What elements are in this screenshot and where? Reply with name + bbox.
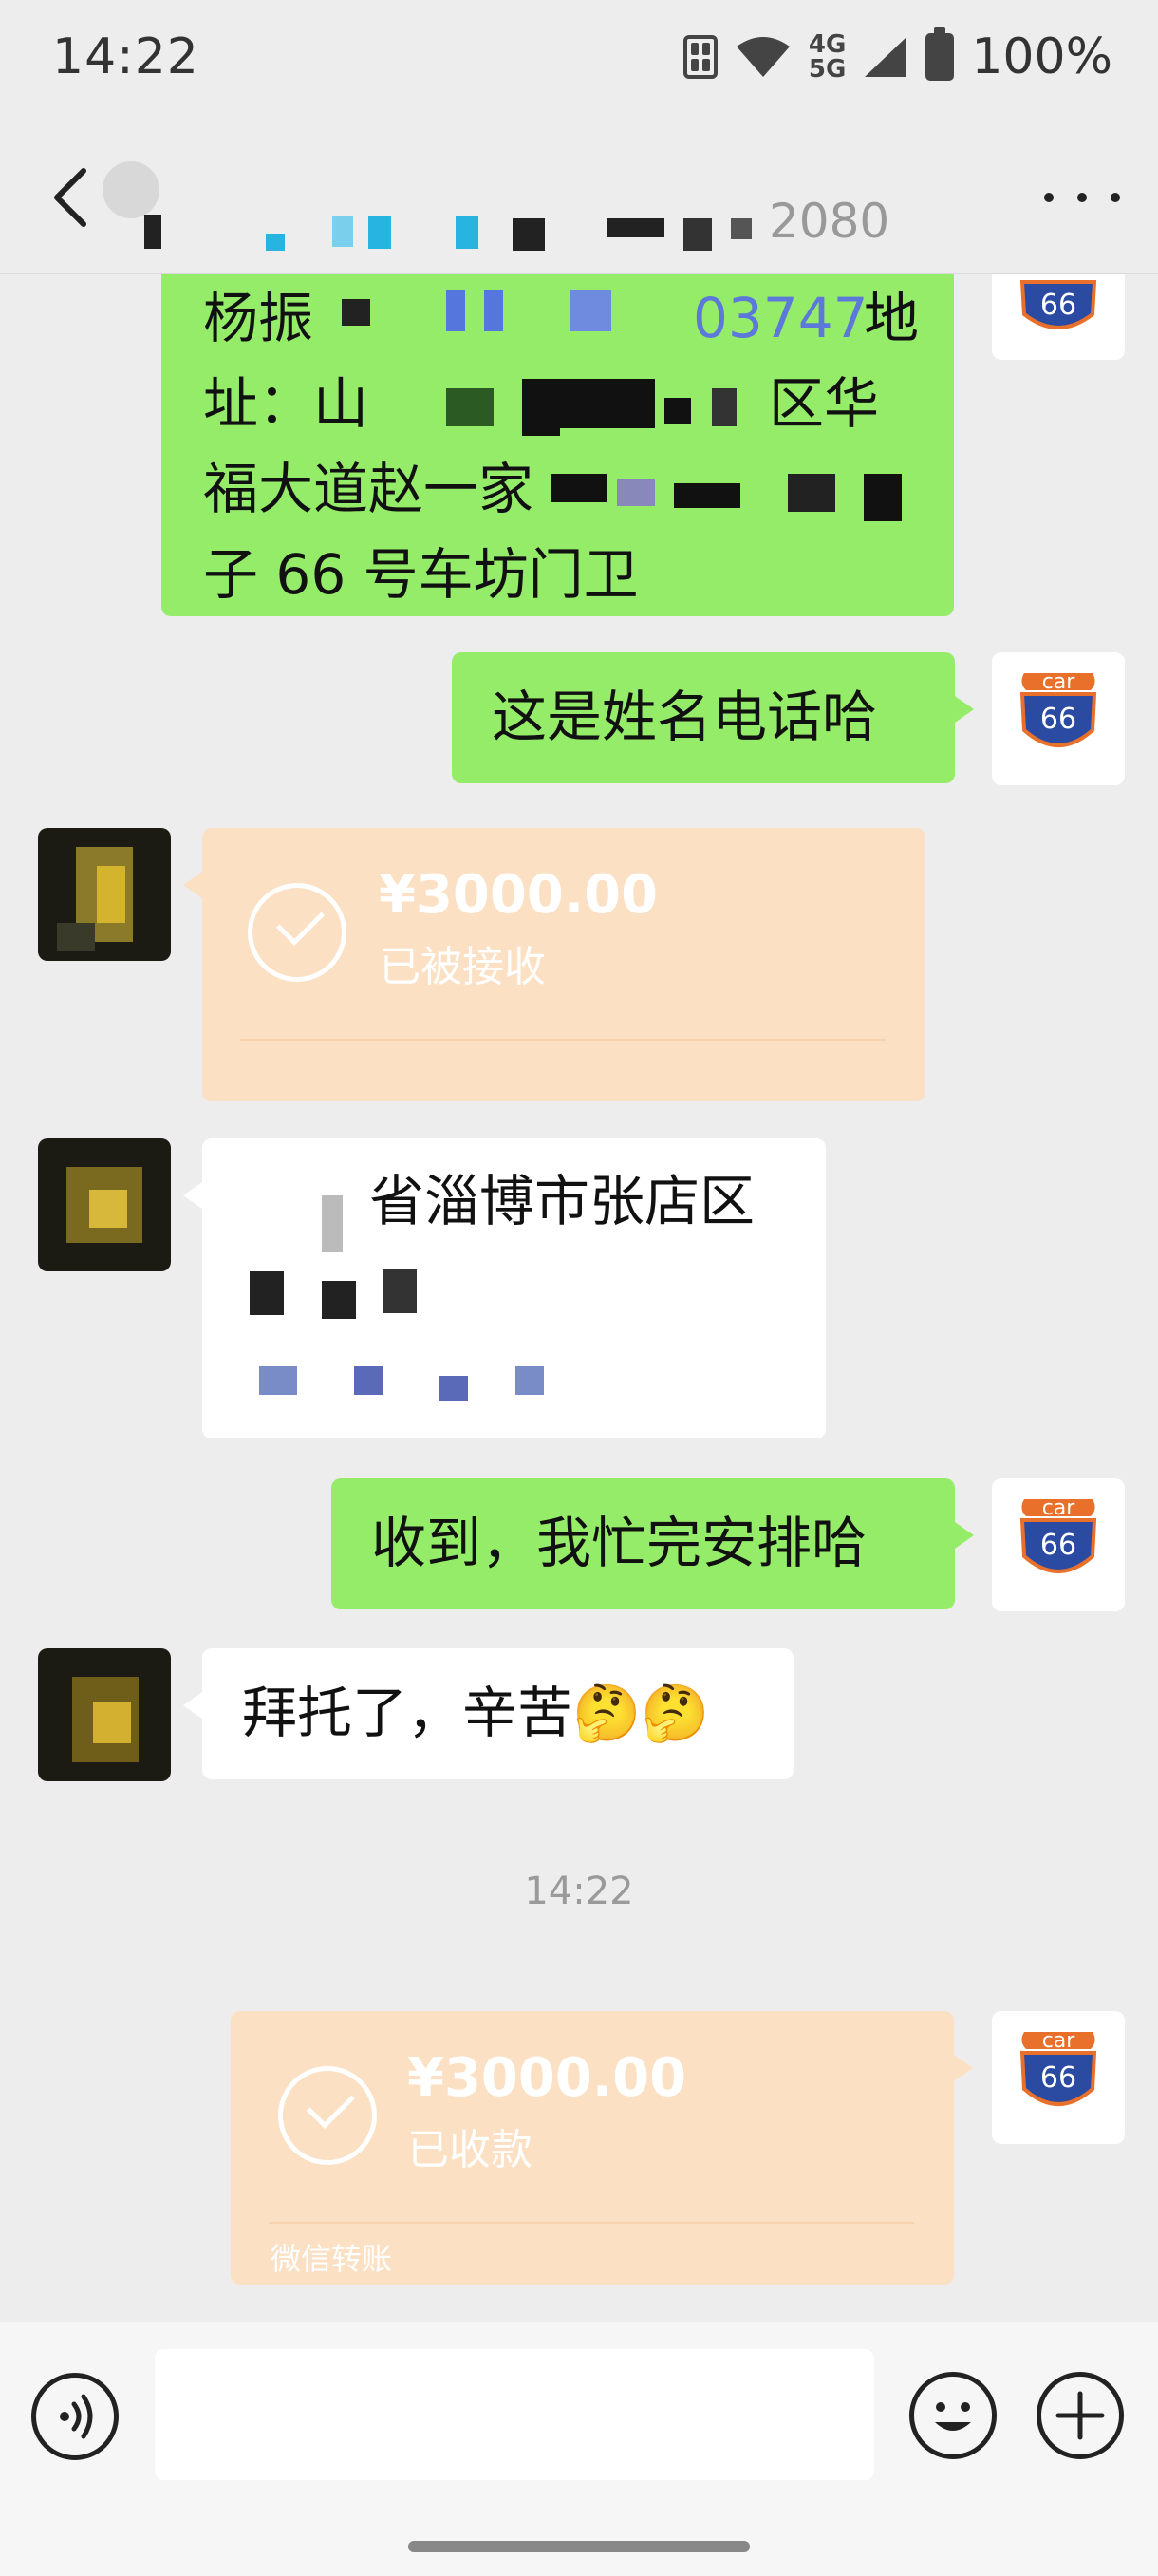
status-icons: 4G 5G 100%: [682, 27, 1112, 85]
message-timestamp: 14:22: [524, 1870, 634, 1913]
chevron-left-icon[interactable]: [42, 160, 108, 235]
thanks-message-bubble[interactable]: 拜托了，辛苦🤔🤔: [183, 1648, 794, 1779]
status-bar: 14:22 4G 5G 100%: [0, 0, 1158, 122]
status-time: 14:22: [52, 28, 199, 85]
chat-message-list[interactable]: 杨振 03747 地 址：山 区华 福大道赵一家 子 66 号车坊门卫 66 这…: [0, 274, 1158, 2321]
transfer-status: 已被接收: [379, 943, 546, 991]
address-line-2: 址：山: [203, 371, 369, 436]
svg-text:car: car: [1042, 670, 1076, 694]
chat-header: 2080: [0, 122, 1158, 274]
transfer-divider: [269, 2222, 914, 2224]
svg-text:66: 66: [1040, 703, 1076, 736]
self-avatar[interactable]: car 66: [992, 652, 1125, 785]
input-bar: [0, 2322, 1158, 2576]
route-66-shield-icon: car 66: [1019, 670, 1097, 747]
address-message-bubble[interactable]: 杨振 03747 地 址：山 区华 福大道赵一家 子 66 号车坊门卫: [161, 274, 954, 616]
battery-level: 100%: [971, 28, 1112, 85]
voice-icon[interactable]: [31, 2373, 119, 2460]
address-phone-fragment: 03747: [693, 286, 868, 350]
contact-avatar[interactable]: [38, 828, 171, 961]
reply-message-bubble[interactable]: 收到，我忙完安排哈: [331, 1478, 974, 1609]
svg-text:car: car: [1042, 1496, 1076, 1520]
transfer-amount: ¥3000.00: [407, 2047, 687, 2109]
network-type: 4G 5G: [808, 30, 847, 84]
wifi-icon: [736, 37, 790, 77]
chat-title-fragment: 2080: [769, 194, 890, 249]
transfer-amount: ¥3000.00: [379, 864, 659, 926]
contact-avatar[interactable]: [38, 1648, 171, 1781]
location-line-1: 省淄博市张店区: [369, 1169, 756, 1233]
battery-icon: [925, 27, 955, 81]
check-circle-icon: [248, 883, 346, 982]
transfer-received-card[interactable]: ¥3000.00 已被接收: [183, 828, 925, 1101]
address-line-3: 福大道赵一家: [203, 457, 534, 521]
svg-text:66: 66: [1040, 289, 1076, 322]
plus-icon[interactable]: [1037, 2372, 1124, 2459]
svg-text:car: car: [1042, 2029, 1076, 2053]
self-avatar[interactable]: car 66: [992, 1478, 1125, 1611]
route-66-shield-icon: car 66: [1019, 1496, 1097, 1573]
address-line-4: 子 66 号车坊门卫: [203, 542, 639, 607]
name-phone-message-bubble[interactable]: 这是姓名电话哈: [452, 652, 974, 783]
more-dots-icon[interactable]: [1044, 179, 1120, 216]
check-circle-icon: [278, 2066, 377, 2165]
home-indicator[interactable]: [408, 2541, 750, 2552]
transfer-sent-card[interactable]: ¥3000.00 已收款 微信转账: [231, 2011, 973, 2285]
contact-avatar[interactable]: [38, 1138, 171, 1271]
address-line-1: 杨振: [203, 286, 314, 350]
sim-icon: [682, 35, 718, 79]
location-message-bubble[interactable]: 省淄博市张店区: [183, 1138, 826, 1438]
signal-icon: [865, 37, 907, 77]
route-66-shield-icon: 66: [1019, 280, 1097, 329]
svg-text:66: 66: [1040, 1529, 1076, 1562]
route-66-shield-icon: car 66: [1019, 2029, 1097, 2106]
message-input[interactable]: [155, 2349, 874, 2480]
chat-title: 2080: [142, 160, 949, 251]
transfer-divider: [240, 1039, 886, 1041]
svg-text:66: 66: [1040, 2061, 1076, 2095]
transfer-status: 已收款: [407, 2126, 532, 2174]
transfer-footer: 微信转账: [271, 2241, 393, 2277]
emoji-icon[interactable]: [909, 2372, 997, 2459]
self-avatar[interactable]: 66: [992, 274, 1125, 360]
self-avatar[interactable]: car 66: [992, 2011, 1125, 2144]
